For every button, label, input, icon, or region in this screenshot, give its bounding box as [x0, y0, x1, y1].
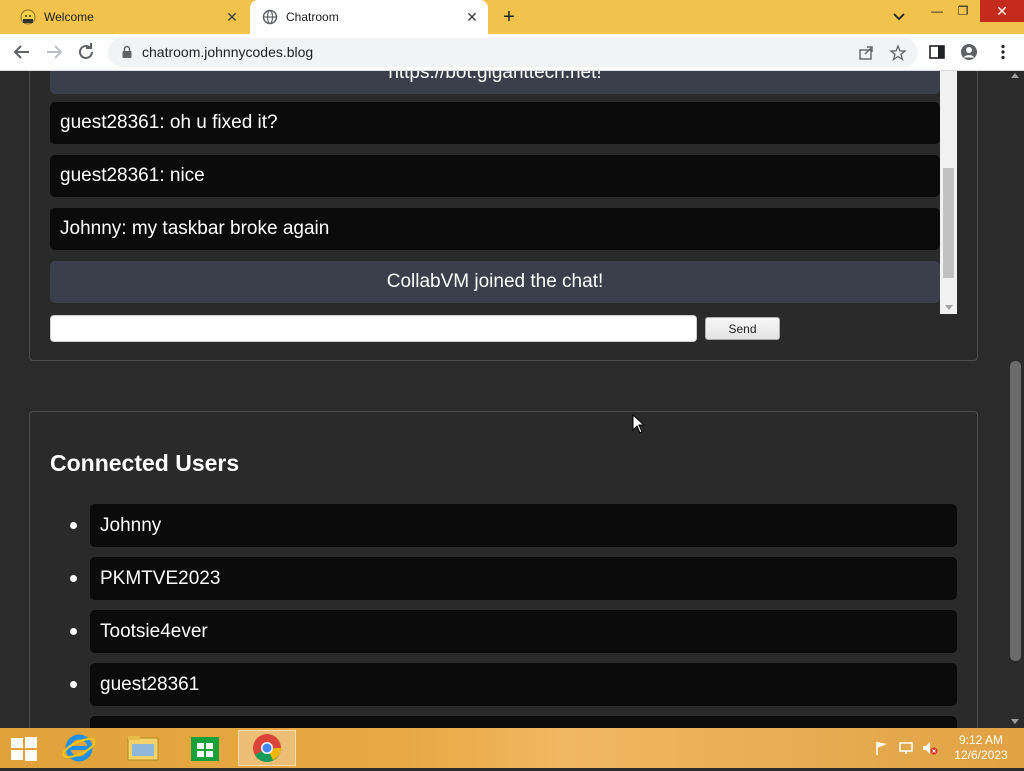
page-scroll-down-arrow-icon[interactable]: [1011, 719, 1019, 724]
tab-welcome-title: Welcome: [44, 10, 94, 24]
taskbar-chrome[interactable]: [238, 730, 296, 766]
windows-start-icon[interactable]: [10, 736, 38, 762]
bullet-icon: [70, 628, 77, 635]
tab-chatroom-title: Chatroom: [286, 10, 339, 24]
back-arrow-icon[interactable]: [10, 40, 34, 64]
page-scrollbar-thumb[interactable]: [1010, 361, 1021, 661]
share-icon[interactable]: [857, 44, 875, 62]
side-panel-icon[interactable]: [928, 43, 946, 61]
forward-arrow-icon[interactable]: [42, 40, 66, 64]
user-list: Johnny PKMTVE2023 Tootsie4ever guest2836…: [50, 504, 960, 728]
taskbar-store[interactable]: [176, 730, 234, 766]
user-name: Johnny: [90, 504, 957, 547]
tab-welcome-close-icon[interactable]: ✕: [224, 9, 240, 25]
tab-chatroom-close-icon[interactable]: ✕: [464, 9, 480, 25]
list-item: guest28361: [50, 663, 960, 706]
browser-toolbar: chatroom.johnnycodes.blog: [0, 34, 1024, 71]
chat-message-input[interactable]: [50, 315, 697, 342]
chat-message-system: https://bot.giganttech.net!: [50, 71, 940, 94]
network-icon[interactable]: [898, 740, 914, 756]
clock-date: 12/6/2023: [954, 748, 1008, 762]
store-icon: [191, 737, 219, 761]
user-name: [90, 716, 957, 728]
list-item: PKMTVE2023: [50, 557, 960, 600]
volume-muted-icon[interactable]: [922, 740, 938, 756]
taskbar-file-explorer[interactable]: [114, 730, 172, 766]
connected-users-heading: Connected Users: [50, 450, 240, 476]
bullet-icon: [70, 681, 77, 688]
window-restore-button[interactable]: ❐: [952, 0, 974, 22]
windows-taskbar: 9:12 AM 12/6/2023: [0, 728, 1024, 768]
taskbar-clock[interactable]: 9:12 AM 12/6/2023: [946, 733, 1016, 763]
chat-message: Johnny: my taskbar broke again: [50, 208, 940, 250]
page-viewport: https://bot.giganttech.net! guest28361: …: [0, 71, 1007, 728]
action-center-flag-icon[interactable]: [874, 740, 890, 756]
lock-icon[interactable]: [120, 45, 134, 59]
chat-log: https://bot.giganttech.net! guest28361: …: [50, 71, 958, 314]
page-scrollbar[interactable]: [1007, 71, 1024, 728]
reload-icon[interactable]: [74, 40, 98, 64]
clock-time: 9:12 AM: [958, 733, 1004, 747]
chat-message: guest28361: nice: [50, 155, 940, 197]
list-item: [50, 716, 960, 728]
globe-icon: [262, 9, 278, 25]
user-name: PKMTVE2023: [90, 557, 957, 600]
welcome-favicon-icon: [20, 9, 36, 25]
chrome-icon: [253, 734, 281, 762]
tab-welcome[interactable]: Welcome ✕: [8, 0, 248, 34]
user-name: Tootsie4ever: [90, 610, 957, 653]
window-close-button[interactable]: ✕: [980, 0, 1024, 22]
list-item: Johnny: [50, 504, 960, 547]
list-item: Tootsie4ever: [50, 610, 960, 653]
chat-scroll-down-arrow-icon[interactable]: [945, 305, 953, 310]
kebab-menu-icon[interactable]: [994, 43, 1012, 61]
folder-icon: [127, 736, 159, 761]
tab-search-chevron-icon[interactable]: [890, 8, 908, 26]
profile-avatar-icon[interactable]: [960, 43, 978, 61]
user-name: guest28361: [90, 663, 957, 706]
bullet-icon: [70, 575, 77, 582]
window-minimize-button[interactable]: —: [926, 0, 948, 22]
chat-scrollbar-thumb[interactable]: [943, 168, 954, 278]
chat-panel: https://bot.giganttech.net! guest28361: …: [29, 71, 978, 361]
send-button[interactable]: Send: [705, 317, 780, 340]
chat-message: guest28361: oh u fixed it?: [50, 102, 940, 144]
chat-message-system: CollabVM joined the chat!: [50, 261, 940, 303]
bullet-icon: [70, 522, 77, 529]
tab-chatroom[interactable]: Chatroom ✕: [250, 0, 488, 34]
internet-explorer-icon: [62, 734, 96, 762]
url-text: chatroom.johnnycodes.blog: [142, 44, 314, 60]
address-bar[interactable]: chatroom.johnnycodes.blog: [108, 38, 918, 67]
taskbar-internet-explorer[interactable]: [50, 730, 108, 766]
connected-users-panel: Connected Users Johnny PKMTVE2023 Tootsi…: [29, 411, 978, 728]
page-scroll-up-arrow-icon[interactable]: [1011, 73, 1019, 78]
chat-scrollbar[interactable]: [940, 71, 957, 314]
browser-tab-bar: Welcome ✕ Chatroom ✕ + — ❐ ✕: [0, 0, 1024, 34]
mouse-pointer-icon: [632, 414, 646, 434]
bookmark-star-icon[interactable]: [889, 44, 907, 62]
new-tab-plus-icon[interactable]: +: [498, 6, 520, 28]
